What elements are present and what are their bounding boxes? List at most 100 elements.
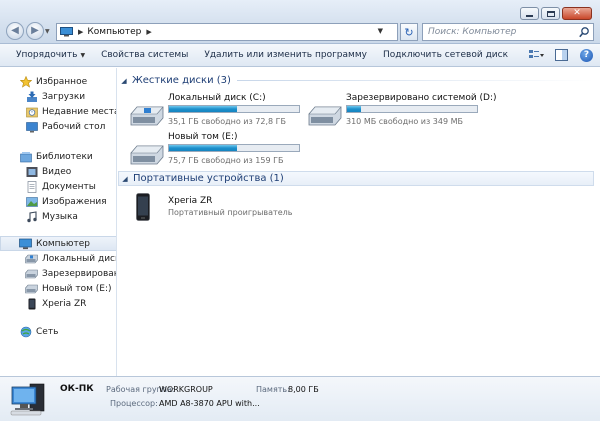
details-pane: ОК-ПК Рабочая группа: WORKGROUP Память: …: [0, 376, 600, 421]
refresh-button[interactable]: ↻: [400, 23, 418, 41]
device-name: Xperia ZR: [168, 196, 213, 206]
recent-pages-dropdown[interactable]: ▼: [45, 28, 53, 35]
group-title: Портативные устройства (1): [133, 173, 284, 184]
breadcrumb-computer[interactable]: Компьютер: [87, 27, 141, 37]
preview-pane-button[interactable]: [554, 48, 569, 62]
music-icon: [25, 210, 38, 223]
drive-free-space: 75,7 ГБ свободно из 159 ГБ: [168, 156, 284, 165]
sidebar-item-xperia[interactable]: Xperia ZR: [25, 296, 86, 311]
sidebar-item-label: Xperia ZR: [42, 298, 87, 309]
sidebar-item-label: Компьютер: [36, 238, 90, 249]
window-controls: ✕: [520, 7, 592, 20]
sidebar-item-drive-c[interactable]: Локальный диск (C: [25, 251, 116, 266]
close-icon: ✕: [573, 8, 581, 18]
change-view-button[interactable]: [529, 48, 544, 62]
group-header-hard-disks[interactable]: ◢ Жесткие диски (3): [118, 73, 594, 88]
sidebar-item-network[interactable]: Сеть: [19, 324, 58, 339]
search-placeholder: Поиск: Компьютер: [428, 27, 517, 37]
hard-drive-icon: [308, 106, 342, 126]
recent-places-icon: [25, 106, 38, 118]
back-button[interactable]: ◀: [6, 22, 24, 40]
sidebar-item-label: Музыка: [42, 211, 78, 222]
drive-item[interactable]: Зарезервировано системой (D:) 310 МБ сво…: [296, 93, 516, 133]
drive-usage-bar: [346, 105, 478, 113]
navigation-buttons: ◀ ▶ ▼: [6, 22, 53, 40]
minimize-icon: [526, 15, 533, 17]
hard-drive-icon: [25, 283, 38, 295]
sidebar-item-favorites[interactable]: Избранное: [19, 74, 87, 89]
sidebar-item-label: Зарезервировано с: [42, 268, 117, 279]
sidebar-item-recent-places[interactable]: Недавние места: [25, 104, 116, 119]
drive-usage-fill: [169, 106, 237, 112]
uninstall-program-button[interactable]: Удалить или изменить программу: [196, 44, 375, 67]
chevron-down-icon: ▼: [80, 51, 86, 59]
drive-usage-bar: [168, 105, 300, 113]
sidebar-item-images[interactable]: Изображения: [25, 194, 107, 209]
computer-icon: [10, 383, 45, 416]
search-input[interactable]: Поиск: Компьютер: [422, 23, 594, 41]
view-icon: [529, 50, 544, 58]
phone-icon: [136, 193, 150, 221]
preview-pane-icon: [555, 49, 568, 61]
close-button[interactable]: ✕: [562, 7, 592, 20]
sidebar-item-label: Локальный диск (C: [42, 253, 116, 264]
memory-label: Память:: [256, 385, 290, 394]
sidebar-item-label: Рабочий стол: [42, 121, 106, 132]
collapse-arrow-icon: ◢: [122, 174, 128, 183]
organize-label: Упорядочить: [16, 49, 78, 60]
drive-item[interactable]: Новый том (E:) 75,7 ГБ свободно из 159 Г…: [118, 132, 338, 172]
collapse-arrow-icon: ◢: [121, 76, 127, 85]
workgroup-value: WORKGROUP: [159, 385, 213, 394]
downloads-icon: [25, 91, 38, 103]
network-icon: [19, 326, 32, 338]
drive-free-space: 310 МБ свободно из 349 МБ: [346, 117, 463, 126]
sidebar-item-documents[interactable]: Документы: [25, 179, 96, 194]
forward-arrow-icon: ▶: [31, 25, 39, 36]
help-button[interactable]: ?: [579, 48, 594, 62]
sidebar-item-label: Видео: [42, 166, 72, 177]
libraries-icon: [19, 151, 32, 163]
refresh-icon: ↻: [404, 25, 414, 39]
breadcrumb-arrow-icon[interactable]: ▶: [78, 28, 83, 36]
address-bar[interactable]: ▶ Компьютер ▶ ▼: [56, 23, 398, 41]
sidebar-item-computer[interactable]: Компьютер: [0, 236, 116, 251]
forward-button[interactable]: ▶: [26, 22, 44, 40]
content-pane: ◢ Жесткие диски (3) Локальный диск (C:) …: [118, 68, 600, 376]
sidebar-item-video[interactable]: Видео: [25, 164, 71, 179]
windows-drive-icon: [130, 106, 164, 126]
processor-value: AMD A8-3870 APU with...: [159, 399, 260, 408]
system-properties-button[interactable]: Свойства системы: [93, 44, 196, 67]
title-bar: ✕ ◀ ▶ ▼ ▶ Компьютер ▶ ▼ ↻ Поиск: Компьют…: [0, 0, 600, 44]
sidebar-item-desktop[interactable]: Рабочий стол: [25, 119, 105, 134]
sidebar-item-libraries[interactable]: Библиотеки: [19, 149, 93, 164]
sidebar-item-downloads[interactable]: Загрузки: [25, 89, 85, 104]
drive-usage-fill: [169, 145, 237, 151]
breadcrumb-arrow-icon[interactable]: ▶: [146, 28, 151, 36]
sidebar-item-label: Избранное: [36, 76, 88, 87]
map-network-drive-button[interactable]: Подключить сетевой диск: [375, 44, 516, 67]
sidebar-item-new-volume[interactable]: Новый том (E:): [25, 281, 112, 296]
sidebar-item-label: Изображения: [42, 196, 107, 207]
minimize-button[interactable]: [520, 7, 539, 20]
processor-label: Процессор:: [110, 399, 158, 408]
group-header-portable-devices[interactable]: ◢ Портативные устройства (1): [118, 171, 594, 186]
star-icon: [19, 75, 32, 88]
address-dropdown-icon[interactable]: ▼: [378, 27, 383, 35]
sidebar-item-label: Библиотеки: [36, 151, 93, 162]
desktop-icon: [25, 121, 38, 133]
computer-icon: [60, 27, 73, 37]
drive-usage-fill: [347, 106, 362, 112]
sidebar-item-music[interactable]: Музыка: [25, 209, 78, 224]
drive-name: Зарезервировано системой (D:): [346, 93, 497, 103]
drive-free-space: 35,1 ГБ свободно из 72,8 ГБ: [168, 117, 287, 126]
maximize-button[interactable]: [541, 7, 560, 20]
group-divider: [236, 80, 594, 81]
sidebar-item-reserved-drive[interactable]: Зарезервировано с: [25, 266, 117, 281]
search-icon[interactable]: [579, 27, 589, 38]
sidebar-item-label: Документы: [42, 181, 96, 192]
sidebar-item-label: Сеть: [36, 326, 59, 337]
video-icon: [25, 166, 38, 178]
documents-icon: [25, 180, 38, 193]
maximize-icon: [546, 10, 555, 17]
organize-button[interactable]: Упорядочить ▼: [8, 44, 93, 67]
